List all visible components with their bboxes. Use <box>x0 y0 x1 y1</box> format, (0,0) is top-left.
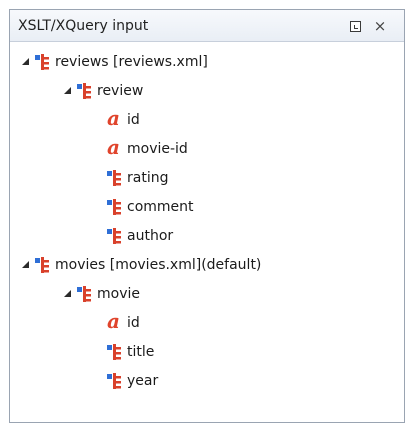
close-button[interactable]: × <box>371 17 389 35</box>
tree-node-label: movie-id <box>127 140 188 157</box>
attribute-icon: a <box>107 105 120 130</box>
tree-node-label: rating <box>127 169 169 186</box>
tree-node-review[interactable]: review <box>62 76 143 105</box>
tree-node-label: author <box>127 227 174 244</box>
attribute-icon: a <box>107 308 120 333</box>
attribute-icon: a <box>107 134 120 159</box>
element-icon <box>107 372 121 389</box>
tree-node-movies[interactable]: movies [movies.xml](default) <box>20 250 261 279</box>
element-icon <box>77 82 91 99</box>
panel-titlebar: XSLT/XQuery input × <box>10 10 404 42</box>
element-icon <box>35 256 49 273</box>
tree-node-reviews[interactable]: reviews [reviews.xml] <box>20 47 208 76</box>
xslt-xquery-input-panel: XSLT/XQuery input × reviews [reviews.xml… <box>9 9 405 423</box>
tree-node-label: id <box>127 314 140 331</box>
tree-node-comment[interactable]: comment <box>107 192 194 221</box>
element-icon <box>77 285 91 302</box>
tree-node-label: movies [movies.xml](default) <box>55 256 262 273</box>
element-icon <box>35 53 49 70</box>
tree-node-label: title <box>127 343 155 360</box>
element-icon <box>107 227 121 244</box>
tree-node-year[interactable]: year <box>107 366 158 395</box>
element-icon <box>107 343 121 360</box>
tree-node-rating[interactable]: rating <box>107 163 168 192</box>
restore-icon <box>349 20 361 32</box>
tree-node-label: comment <box>127 198 194 215</box>
tree-node-label: year <box>127 372 159 389</box>
tree-node-movie-id[interactable]: a movie-id <box>107 134 188 163</box>
close-icon: × <box>373 16 387 35</box>
tree-node-movie-attr-id[interactable]: a id <box>107 308 140 337</box>
tree-node-label: review <box>97 82 144 99</box>
element-icon <box>107 198 121 215</box>
xml-tree: reviews [reviews.xml] review a id a movi… <box>10 43 404 423</box>
expand-toggle-icon[interactable] <box>20 260 30 270</box>
tree-node-title[interactable]: title <box>107 337 154 366</box>
tree-node-label: movie <box>97 285 140 302</box>
tree-node-movie[interactable]: movie <box>62 279 140 308</box>
element-icon <box>107 169 121 186</box>
tree-node-author[interactable]: author <box>107 221 173 250</box>
panel-title: XSLT/XQuery input <box>18 18 149 34</box>
expand-toggle-icon[interactable] <box>20 57 30 67</box>
tree-node-label: id <box>127 111 140 128</box>
tree-node-label: reviews [reviews.xml] <box>55 53 208 70</box>
expand-toggle-icon[interactable] <box>62 86 72 96</box>
expand-toggle-icon[interactable] <box>62 289 72 299</box>
tree-node-id[interactable]: a id <box>107 105 140 134</box>
restore-button[interactable] <box>346 17 364 35</box>
